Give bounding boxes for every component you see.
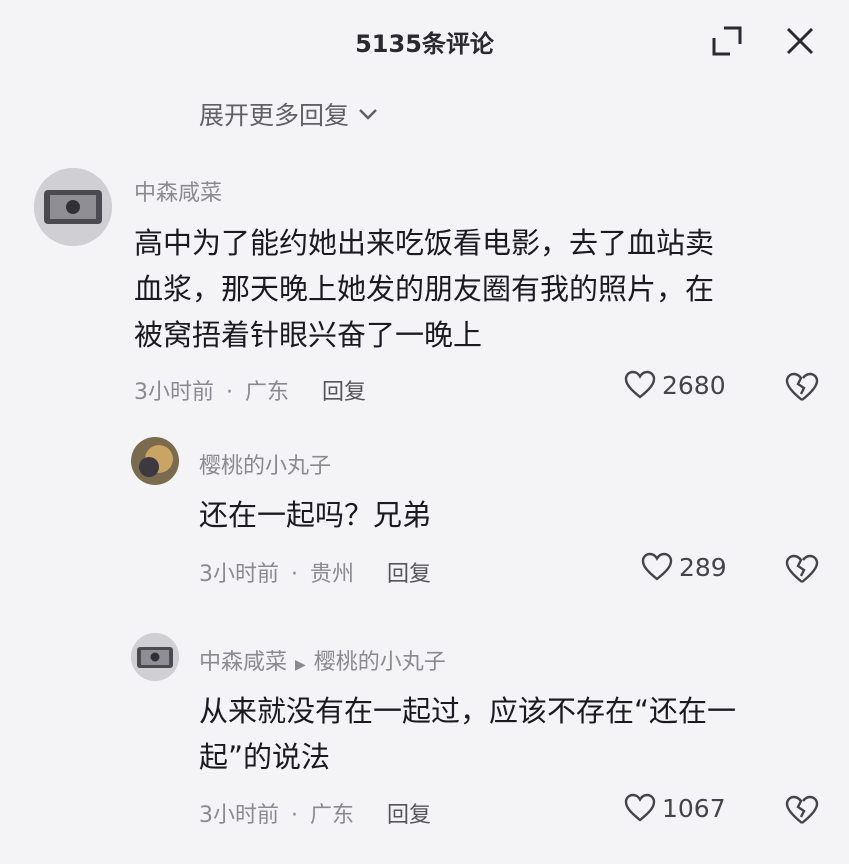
heart-icon [641, 552, 673, 581]
comment-meta: 3小时前 · 广东 回复 [199, 803, 432, 828]
avatar[interactable] [131, 633, 179, 681]
expand-more-label: 展开更多回复 [199, 101, 350, 130]
close-icon[interactable] [783, 24, 817, 58]
avatar[interactable] [131, 437, 179, 485]
minimize-icon[interactable] [710, 24, 744, 58]
chevron-down-icon [359, 109, 377, 120]
comment-text: 高中为了能约她出来吃饭看电影，去了血站卖 血浆，那天晚上她发的朋友圈有我的照片，… [134, 226, 715, 352]
comment-username-thread: 中森咸菜 ▶ 樱桃的小丸子 [199, 644, 446, 676]
comment-location: 贵州 [310, 562, 355, 587]
dislike-button[interactable] [785, 794, 819, 826]
comment-username[interactable]: 中森咸菜 [134, 175, 222, 207]
reply-to-username[interactable]: 樱桃的小丸子 [314, 650, 446, 675]
comment-text: 从来就没有在一起过，应该不存在“还在一 起”的说法 [199, 694, 737, 774]
like-button[interactable]: 289 [641, 552, 727, 582]
heart-icon [624, 793, 656, 822]
comment-text: 还在一起吗？兄弟 [199, 498, 432, 532]
broken-heart-icon [785, 795, 819, 824]
avatar[interactable] [34, 168, 112, 246]
like-count: 2680 [662, 370, 726, 400]
heart-icon [624, 370, 656, 399]
like-button[interactable]: 1067 [624, 793, 726, 823]
comment-location: 广东 [245, 380, 290, 405]
comment-location: 广东 [310, 803, 355, 828]
broken-heart-icon [785, 554, 819, 583]
dislike-button[interactable] [785, 371, 819, 403]
comments-header: 5135条评论 [0, 0, 849, 80]
comment-username[interactable]: 樱桃的小丸子 [199, 448, 331, 480]
reply-button[interactable]: 回复 [322, 380, 366, 405]
like-button[interactable]: 2680 [624, 370, 726, 400]
comment-username[interactable]: 中森咸菜 [199, 650, 287, 675]
comment-meta: 3小时前 · 广东 回复 [134, 380, 367, 405]
comment-time: 3小时前 [199, 803, 279, 828]
like-count: 289 [679, 552, 727, 582]
comment-time: 3小时前 [134, 380, 214, 405]
comment-meta: 3小时前 · 贵州 回复 [199, 562, 432, 587]
comment-time: 3小时前 [199, 562, 279, 587]
broken-heart-icon [785, 372, 819, 401]
reply-button[interactable]: 回复 [387, 562, 431, 587]
reply-button[interactable]: 回复 [387, 803, 431, 828]
dislike-button[interactable] [785, 553, 819, 585]
like-count: 1067 [662, 793, 726, 823]
reply-arrow-icon: ▶ [295, 657, 306, 673]
expand-more-replies-button[interactable]: 展开更多回复 [199, 96, 379, 132]
